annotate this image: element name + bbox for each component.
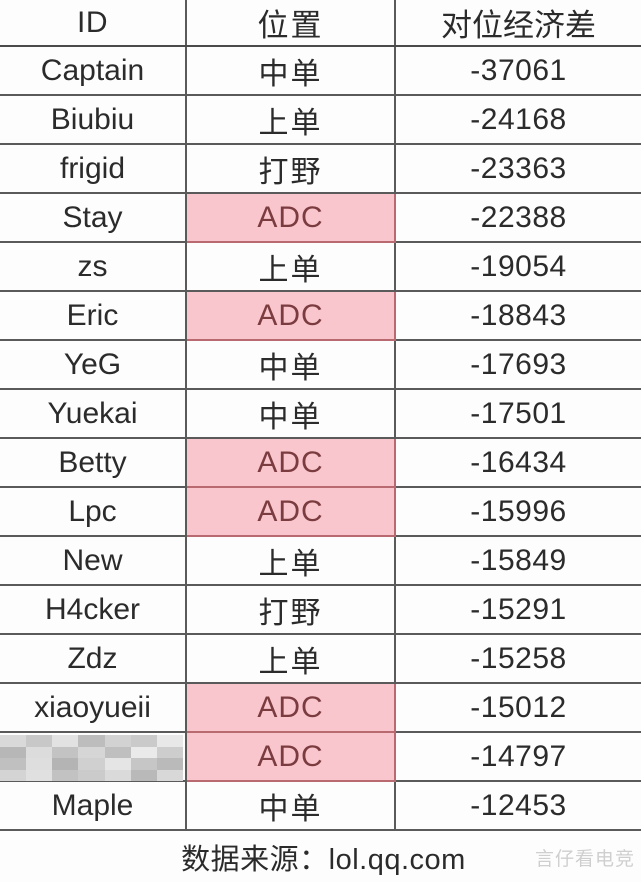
- player-id-cell: frigid: [0, 144, 187, 194]
- player-id-cell: H4cker: [0, 585, 187, 635]
- column-header-pos: 位置: [186, 0, 396, 47]
- gold-diff-cell: -15258: [395, 634, 641, 684]
- position-cell: 打野: [186, 585, 396, 635]
- player-id-cell: Yuekai: [0, 389, 187, 439]
- player-id-cell: Captain: [0, 46, 187, 96]
- table-row[interactable]: Yuekai 中单 -17501: [0, 389, 641, 439]
- player-id-cell: Eric: [0, 291, 187, 341]
- position-cell-adc: ADC: [186, 291, 396, 341]
- table-row[interactable]: Stay ADC -22388: [0, 193, 641, 243]
- table-body: ID 位置 对位经济差 Captain 中单 -37061 Biubiu 上单 -24168 fr…: [0, 0, 641, 882]
- gold-diff-cell: -23363: [395, 144, 641, 194]
- position-cell-adc: ADC: [186, 683, 396, 733]
- player-id-cell: New: [0, 536, 187, 586]
- position-cell: 中单: [186, 340, 396, 390]
- position-cell: 打野: [186, 144, 396, 194]
- data-source-url: lol.qq.com: [328, 843, 466, 876]
- table-row[interactable]: zs 上单 -19054: [0, 242, 641, 292]
- position-cell: 上单: [186, 242, 396, 292]
- spreadsheet-screenshot: ID 位置 对位经济差 Captain 中单 -37061 Biubiu 上单 -24168 fr…: [0, 0, 641, 882]
- table-row[interactable]: YeG 中单 -17693: [0, 340, 641, 390]
- table-row[interactable]: Maple 中单 -12453: [0, 781, 641, 831]
- gold-diff-cell: -15291: [395, 585, 641, 635]
- gold-diff-cell: -18843: [395, 291, 641, 341]
- player-id-cell: Betty: [0, 438, 187, 488]
- stats-table: ID 位置 对位经济差 Captain 中单 -37061 Biubiu 上单 -24168 fr…: [0, 0, 641, 882]
- gold-diff-cell: -14797: [395, 732, 641, 782]
- player-id-cell: Stay: [0, 193, 187, 243]
- gold-diff-cell: -17693: [395, 340, 641, 390]
- player-id-cell: Lpc: [0, 487, 187, 537]
- gold-diff-cell: -15012: [395, 683, 641, 733]
- position-cell-adc: ADC: [186, 438, 396, 488]
- gold-diff-cell: -12453: [395, 781, 641, 831]
- position-cell-adc: ADC: [186, 732, 396, 782]
- table-row[interactable]: frigid 打野 -23363: [0, 144, 641, 194]
- gold-diff-cell: -15996: [395, 487, 641, 537]
- player-id-cell: Maple: [0, 781, 187, 831]
- table-row[interactable]: Captain 中单 -37061: [0, 46, 641, 96]
- data-source-label: 数据来源：: [181, 843, 329, 876]
- column-header-id: ID: [0, 0, 187, 47]
- table-row[interactable]: Betty ADC -16434: [0, 438, 641, 488]
- player-id-cell: Biubiu: [0, 95, 187, 145]
- table-row[interactable]: Lpc ADC -15996: [0, 487, 641, 537]
- player-id-cell: zs: [0, 242, 187, 292]
- table-row[interactable]: xiaoyueii ADC -15012: [0, 683, 641, 733]
- table-row[interactable]: Eric ADC -18843: [0, 291, 641, 341]
- gold-diff-cell: -24168: [395, 95, 641, 145]
- position-cell: 中单: [186, 389, 396, 439]
- player-id-cell: YeG: [0, 340, 187, 390]
- position-cell: 上单: [186, 634, 396, 684]
- gold-diff-cell: -37061: [395, 46, 641, 96]
- position-cell: 中单: [186, 46, 396, 96]
- position-cell: 中单: [186, 781, 396, 831]
- table-row[interactable]: Biubiu 上单 -24168: [0, 95, 641, 145]
- gold-diff-cell: -22388: [395, 193, 641, 243]
- gold-diff-cell: -17501: [395, 389, 641, 439]
- player-id-cell: Zdz: [0, 634, 187, 684]
- mosaic-censor-block: [0, 735, 183, 781]
- table-row[interactable]: New 上单 -15849: [0, 536, 641, 586]
- position-cell: 上单: [186, 536, 396, 586]
- position-cell: 上单: [186, 95, 396, 145]
- table-row[interactable]: Zdz 上单 -15258: [0, 634, 641, 684]
- position-cell-adc: ADC: [186, 193, 396, 243]
- player-id-censored: [0, 732, 187, 782]
- table-row[interactable]: H4cker 打野 -15291: [0, 585, 641, 635]
- player-id-cell: xiaoyueii: [0, 683, 187, 733]
- column-header-gold: 对位经济差: [395, 0, 641, 47]
- gold-diff-cell: -15849: [395, 536, 641, 586]
- table-header-row: ID 位置 对位经济差: [0, 0, 641, 47]
- gold-diff-cell: -19054: [395, 242, 641, 292]
- position-cell-adc: ADC: [186, 487, 396, 537]
- watermark: 言仔看电竞: [534, 848, 635, 870]
- table-row[interactable]: ADC -14797: [0, 732, 641, 782]
- gold-diff-cell: -16434: [395, 438, 641, 488]
